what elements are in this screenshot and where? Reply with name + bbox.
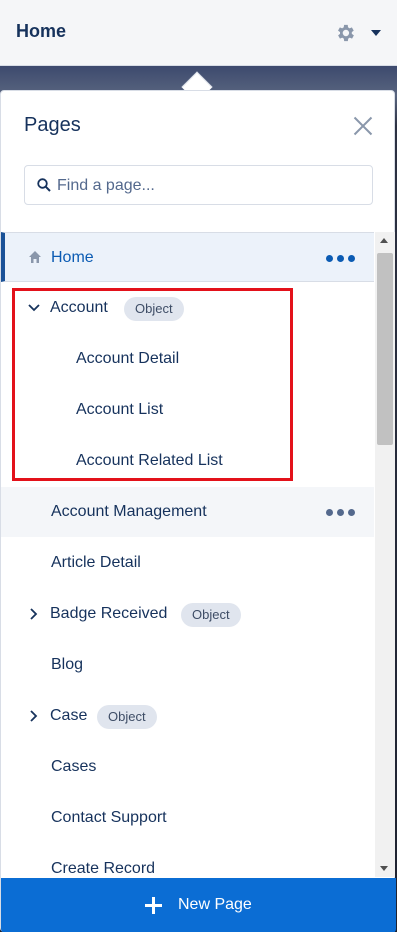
list-item-create-record[interactable]: Create Record (1, 844, 374, 877)
list-item-label: Case (50, 707, 88, 724)
list-item-label: Article Detail (51, 554, 141, 571)
more-icon[interactable] (326, 509, 356, 517)
list-item-account-related-list[interactable]: Account Related List (1, 436, 374, 486)
scroll-up-icon[interactable] (380, 238, 388, 243)
chevron-right-icon[interactable] (26, 606, 42, 622)
pages-list: Home Account Object Account Detail Accou… (1, 232, 374, 877)
list-item-contact-support[interactable]: Contact Support (1, 793, 374, 843)
list-item-article-detail[interactable]: Article Detail (1, 538, 374, 588)
list-scrollbar[interactable] (375, 232, 395, 877)
list-item-account[interactable]: Account Object (1, 283, 374, 333)
list-item-label: Account Detail (76, 350, 180, 367)
list-item-label: Blog (51, 656, 84, 673)
page-title: Home (16, 21, 67, 41)
more-icon[interactable] (326, 255, 356, 263)
object-badge: Object (97, 705, 157, 729)
scroll-down-icon[interactable] (380, 866, 388, 871)
list-item-label: Cases (51, 758, 97, 775)
list-item-label: Account Related List (76, 452, 223, 469)
close-icon[interactable] (351, 114, 375, 138)
list-item-label: Badge Received (50, 605, 168, 622)
list-item-account-list[interactable]: Account List (1, 385, 374, 435)
pages-panel: Pages Home Account Object Acc (0, 90, 396, 932)
list-item-badge-received[interactable]: Badge Received Object (1, 589, 374, 639)
new-page-button[interactable]: New Page (1, 878, 396, 932)
list-item-label: Home (51, 249, 94, 266)
chevron-down-icon[interactable] (371, 30, 381, 36)
list-item-account-management[interactable]: Account Management (1, 487, 374, 537)
list-item-label: Contact Support (51, 809, 167, 826)
list-item-home[interactable]: Home (1, 232, 374, 282)
list-item-account-detail[interactable]: Account Detail (1, 334, 374, 384)
chevron-right-icon[interactable] (26, 708, 42, 724)
list-item-cases[interactable]: Cases (1, 742, 374, 792)
list-item-label: Account List (76, 401, 164, 418)
list-item-label: Create Record (51, 860, 156, 877)
home-icon (29, 251, 41, 263)
search-icon (37, 178, 51, 192)
list-item-label: Account Management (51, 503, 207, 520)
chevron-down-icon[interactable] (26, 300, 42, 316)
object-badge: Object (181, 603, 241, 627)
panel-title: Pages (24, 114, 81, 136)
gear-icon[interactable] (334, 22, 356, 44)
header-bar: Home (0, 0, 397, 66)
plus-icon (145, 897, 162, 914)
list-item-case[interactable]: Case Object (1, 691, 374, 741)
list-item-label: Account (50, 299, 108, 316)
scroll-thumb[interactable] (377, 253, 393, 445)
search-input[interactable] (57, 174, 357, 198)
object-badge: Object (124, 297, 184, 321)
search-box[interactable] (24, 165, 373, 205)
new-page-label: New Page (178, 896, 252, 913)
list-item-blog[interactable]: Blog (1, 640, 374, 690)
